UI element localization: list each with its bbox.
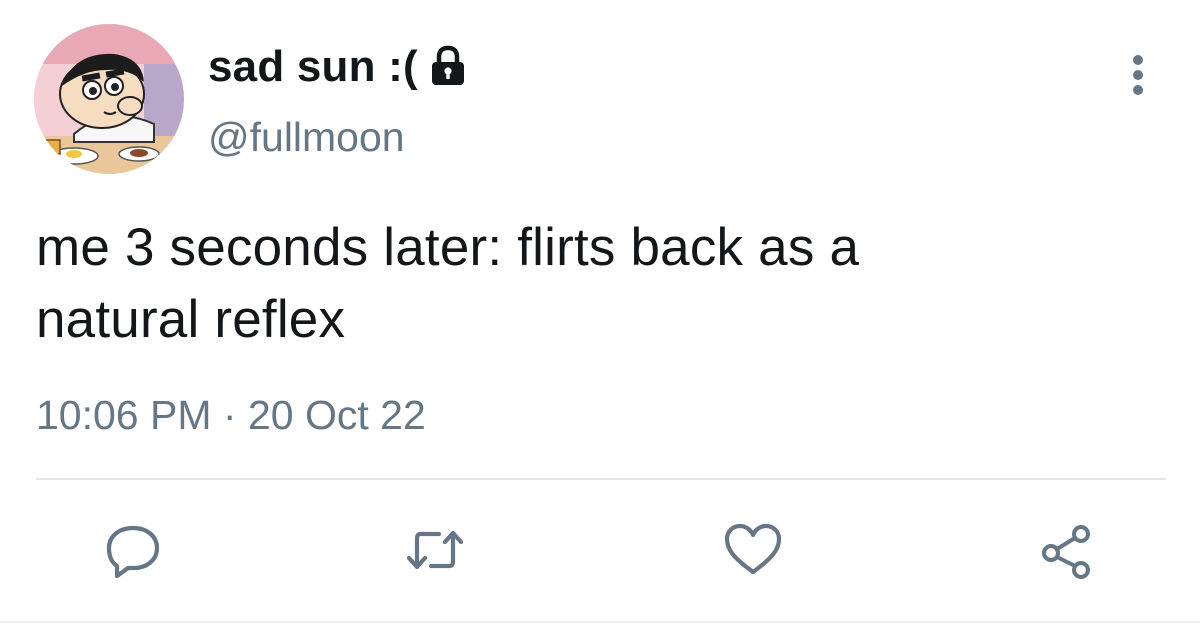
divider xyxy=(36,478,1166,480)
timestamp-separator: · xyxy=(222,392,237,438)
tweet-time: 10:06 PM xyxy=(36,392,212,438)
display-name[interactable]: sad sun :( xyxy=(208,42,418,92)
retweet-icon xyxy=(403,520,467,580)
avatar-illustration xyxy=(34,24,184,174)
tweet-date: 20 Oct 22 xyxy=(247,392,426,438)
tweet-text: me 3 seconds later: flirts back as a nat… xyxy=(36,212,1166,356)
speech-bubble-icon xyxy=(103,520,163,580)
retweet-button[interactable] xyxy=(400,515,470,585)
user-handle[interactable]: @fullmoon xyxy=(208,114,405,161)
display-name-row: sad sun :( xyxy=(208,40,468,94)
tweet-text-line: me 3 seconds later: flirts back as a xyxy=(36,218,860,277)
lock-icon xyxy=(428,45,468,87)
avatar[interactable] xyxy=(34,24,184,174)
share-icon xyxy=(1037,520,1097,580)
heart-icon xyxy=(722,520,784,580)
tweet-card: sad sun :( @fullmoon me 3 seconds later:… xyxy=(0,0,1200,638)
tweet-text-line: natural reflex xyxy=(36,290,346,349)
action-bar xyxy=(0,515,1200,585)
like-button[interactable] xyxy=(718,515,788,585)
bottom-border xyxy=(0,621,1200,623)
reply-button[interactable] xyxy=(98,515,168,585)
share-button[interactable] xyxy=(1032,515,1102,585)
more-options-icon[interactable] xyxy=(1118,50,1158,100)
timestamp[interactable]: 10:06 PM · 20 Oct 22 xyxy=(36,392,426,439)
